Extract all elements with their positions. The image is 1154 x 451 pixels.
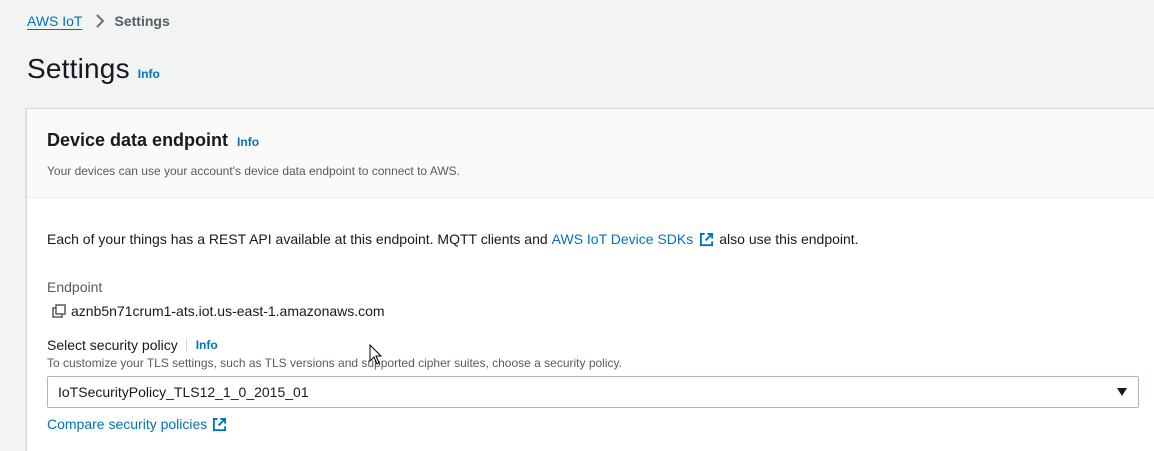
container-header: Device data endpoint Info Your devices c… <box>27 109 1154 198</box>
copy-icon[interactable] <box>52 304 66 318</box>
breadcrumb: AWS IoT Settings <box>27 13 170 29</box>
endpoint-label: Endpoint <box>47 279 103 295</box>
section-info-link[interactable]: Info <box>237 135 259 149</box>
device-data-endpoint-container: Device data endpoint Info Your devices c… <box>26 108 1154 451</box>
external-link-icon <box>699 232 714 247</box>
page-info-link[interactable]: Info <box>138 67 160 81</box>
body-text-prefix: Each of your things has a REST API avail… <box>47 231 548 247</box>
aws-iot-device-sdks-link[interactable]: AWS IoT Device SDKs <box>552 231 694 247</box>
compare-security-policies-link[interactable]: Compare security policies <box>47 416 207 432</box>
section-title: Device data endpoint <box>47 130 229 150</box>
compare-security-policies-row: Compare security policies <box>47 416 227 432</box>
endpoint-info-text: Each of your things has a REST API avail… <box>47 231 859 247</box>
security-policy-selected-value: IoTSecurityPolicy_TLS12_1_0_2015_01 <box>58 384 309 400</box>
chevron-right-icon <box>95 14 105 28</box>
body-text-suffix: also use this endpoint. <box>719 231 859 247</box>
security-policy-select[interactable]: IoTSecurityPolicy_TLS12_1_0_2015_01 <box>47 376 1139 408</box>
page-title: Settings <box>27 53 130 84</box>
page-header: Settings Info <box>27 53 160 85</box>
breadcrumb-current: Settings <box>114 13 170 29</box>
external-link-icon <box>212 417 227 432</box>
caret-down-icon <box>1116 387 1128 397</box>
endpoint-value-row: aznb5n71crum1-ats.iot.us-east-1.amazonaw… <box>52 303 385 319</box>
label-divider <box>185 338 187 352</box>
security-policy-description: To customize your TLS settings, such as … <box>47 356 622 370</box>
security-policy-label: Select security policy <box>47 337 178 353</box>
endpoint-value: aznb5n71crum1-ats.iot.us-east-1.amazonaw… <box>71 303 385 319</box>
breadcrumb-aws-iot-link[interactable]: AWS IoT <box>27 13 83 29</box>
section-description: Your devices can use your account's devi… <box>47 164 460 178</box>
security-policy-info-link[interactable]: Info <box>196 338 218 352</box>
security-policy-label-row: Select security policy Info <box>47 337 218 353</box>
